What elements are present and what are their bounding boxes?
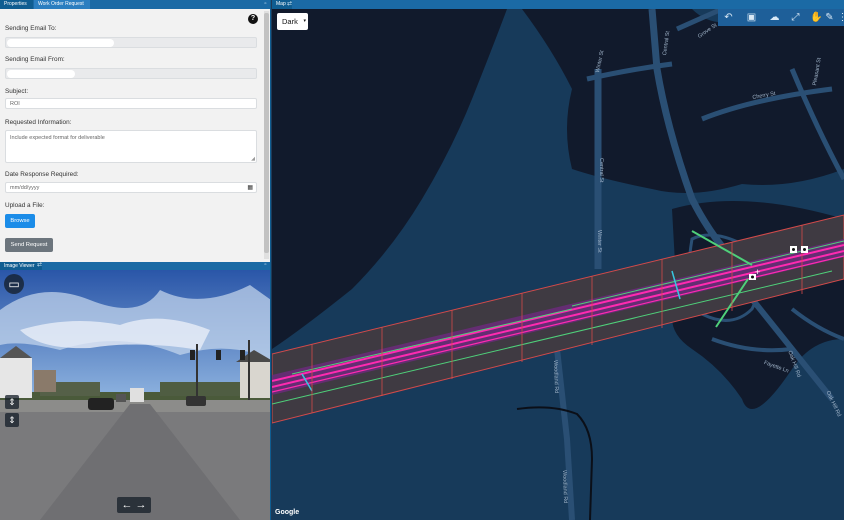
stream (516, 406, 594, 520)
scrollbar-thumb[interactable] (264, 13, 269, 253)
swap-icon[interactable]: ⇄ (286, 1, 293, 8)
swap-icon[interactable]: ⇄ (36, 262, 43, 269)
street-label: Winter St (596, 230, 602, 253)
display-icon[interactable]: ▭ (4, 274, 24, 294)
email-to-chip (7, 39, 114, 47)
pencil-icon[interactable]: ✎ (823, 11, 836, 24)
street-photo (0, 270, 270, 520)
date-label: Date Response Required: (5, 171, 79, 178)
basemap-select[interactable]: Dark ▾ (277, 13, 308, 30)
email-to-field[interactable] (5, 37, 257, 48)
tab-properties[interactable]: Properties (0, 0, 33, 9)
image-icon[interactable]: ▣ (745, 11, 758, 24)
requested-info-label: Requested Information: (5, 119, 72, 126)
google-attribution: Google (275, 509, 300, 516)
email-from-field[interactable] (5, 68, 257, 79)
prev-image-button[interactable]: ← (121, 499, 132, 511)
date-input[interactable]: mm/dd/yyyy ▦ (5, 182, 257, 193)
next-image-button[interactable]: → (136, 499, 147, 511)
basemap-select-value: Dark (282, 17, 298, 26)
requested-info-placeholder: Include expected format for deliverable (10, 135, 105, 141)
layers-down-icon[interactable]: ⇕ (5, 413, 19, 427)
browse-button[interactable]: Browse (5, 214, 35, 228)
properties-tabbar: Properties Work Order Request ▫ (0, 0, 270, 9)
fullscreen-icon[interactable]: ⤢ (789, 11, 802, 24)
tab-work-order-request[interactable]: Work Order Request (34, 0, 90, 9)
resize-handle-icon[interactable]: ◢ (251, 156, 255, 162)
street-label: Central St (598, 158, 604, 183)
hand-icon[interactable]: ✋ (810, 11, 823, 24)
more-icon[interactable]: ⋮ (836, 11, 844, 24)
image-nav: ← → (117, 497, 151, 513)
map-tabbar: Map ⇄ (272, 0, 844, 9)
layers-up-icon[interactable]: ⇕ (5, 395, 19, 409)
map-panel[interactable]: Map ⇄ + Winter St Central St Grove St Ch… (272, 0, 844, 520)
cloud-upload-icon[interactable]: ☁ (768, 11, 781, 24)
email-from-label: Sending Email From: (5, 56, 65, 63)
expand-icon[interactable]: ▫ (262, 262, 269, 269)
requested-info-textarea[interactable]: Include expected format for deliverable ◢ (5, 130, 257, 163)
map-canvas[interactable]: + (272, 9, 844, 520)
camera-icon[interactable] (790, 246, 797, 253)
land-west (272, 9, 507, 349)
email-to-label: Sending Email To: (5, 25, 57, 32)
back-arrow-icon[interactable]: ↶ (722, 11, 735, 24)
chevron-down-icon: ▾ (303, 18, 306, 24)
street-label: Woodland Rd (561, 470, 569, 504)
street-label: Woodland Rd (552, 360, 560, 394)
subject-input[interactable]: ROI (5, 98, 257, 109)
subject-value: ROI (10, 101, 20, 107)
image-viewer-panel: Image Viewer ⇄ ▫ ▭ ⇕ ⇕ ← → (0, 262, 271, 520)
subject-label: Subject: (5, 88, 29, 95)
upload-label: Upload a File: (5, 202, 45, 209)
send-request-button[interactable]: Send Request (5, 238, 53, 252)
image-viewer-tabbar: Image Viewer ⇄ ▫ (0, 262, 270, 270)
expand-icon[interactable]: ▫ (262, 1, 269, 8)
camera-icon[interactable] (801, 246, 808, 253)
date-placeholder: mm/dd/yyyy (10, 185, 40, 191)
crosshair-icon[interactable]: + (755, 267, 760, 277)
properties-panel: Properties Work Order Request ▫ ? Sendin… (0, 0, 271, 262)
map-toolbar: ↶ ▣ ☁ ⤢ ✋ ✎ ⋮ (718, 9, 844, 26)
image-viewer-title: Image Viewer (4, 263, 35, 269)
help-icon[interactable]: ? (248, 14, 258, 24)
properties-scrollbar[interactable] (264, 11, 269, 259)
calendar-icon[interactable]: ▦ (247, 184, 253, 191)
email-from-chip (7, 70, 75, 78)
